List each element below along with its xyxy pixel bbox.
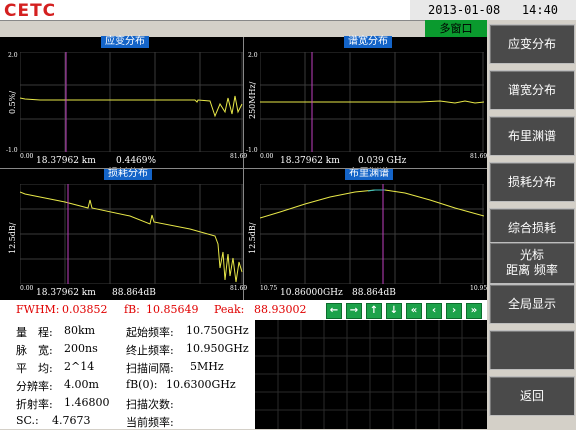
panel-title-spectral: 谱宽分布 [344, 36, 392, 48]
brillouin-spectrum-button[interactable]: 布里渊谱 [489, 116, 575, 156]
spectral-width-button[interactable]: 谱宽分布 [489, 70, 575, 110]
fwhm-label: FWHM: [16, 303, 60, 316]
peak-label: Peak: [214, 303, 245, 316]
brillouin-xright: 10.95 [470, 285, 488, 292]
refractive-index-value: 1.46800 [64, 396, 110, 409]
fb0-value: 10.6300GHz [166, 378, 236, 391]
stop-freq-label: 终止频率: [126, 344, 174, 357]
parameter-panel: 量 程: 80km 脉 宽: 200ns 平 均: 2^14 分辨率: 4.00… [0, 320, 255, 429]
cetc-logo: CETC [4, 1, 57, 21]
fb-label: fB: [124, 303, 140, 316]
strain-distribution-button[interactable]: 应变分布 [489, 24, 575, 64]
arrow-up-button[interactable]: ↑ [366, 303, 382, 319]
spectral-ytop: 2.0 [248, 52, 258, 59]
strain-ylabel: 0.5%/ [8, 90, 17, 114]
aux-plot-area [255, 320, 487, 429]
loss-distribution-button[interactable]: 损耗分布 [489, 162, 575, 202]
range-label: 量 程: [16, 326, 53, 339]
strain-panel[interactable]: 应变分布 0.5%/ 2.0 -1.0 0.00 81.69 18.37962 … [0, 36, 247, 168]
panel-title-brillouin: 布里渊谱 [345, 168, 393, 180]
multi-window-display: 应变分布 0.5%/ 2.0 -1.0 0.00 81.69 18.37962 … [0, 36, 488, 300]
resolution-value: 4.00m [64, 378, 99, 391]
panel-title-strain: 应变分布 [101, 36, 149, 48]
fb-value: 10.85649 [146, 303, 199, 316]
strain-ytop: 2.0 [8, 52, 18, 59]
loss-panel[interactable]: 损耗分布 12.5dB/ 0.00 81.69 18.37962 km 88.8… [0, 168, 247, 300]
arrow-down-button[interactable]: ↓ [386, 303, 402, 319]
arrow-left-button[interactable]: ← [326, 303, 342, 319]
scan-step-value: 5MHz [190, 360, 224, 373]
datetime-display: 2013-01-08 14:40 [410, 0, 576, 20]
range-value: 80km [64, 324, 96, 337]
brillouin-readout-pos: 10.86000GHz [280, 288, 343, 298]
multi-window-badge: 多窗口 [425, 20, 487, 37]
sc-label: SC.: [16, 414, 39, 427]
start-freq-value: 10.750GHz [186, 324, 249, 337]
strain-plot [20, 52, 243, 152]
date-text: 2013-01-08 [427, 3, 501, 17]
panel-title-loss: 损耗分布 [104, 168, 152, 180]
fwhm-value: 0.03852 [62, 303, 108, 316]
scan-count-label: 扫描次数: [126, 398, 174, 411]
loss-plot [20, 184, 243, 284]
spectral-readout-val: 0.039 GHz [358, 156, 407, 166]
loss-xleft: 0.00 [20, 285, 34, 292]
panel-divider-v [243, 37, 244, 300]
loss-readout-pos: 18.37962 km [36, 288, 96, 298]
fb0-label: fB(0): [126, 378, 158, 391]
strain-xleft: 0.00 [20, 153, 34, 160]
sc-value: 4.7673 [52, 414, 91, 427]
brillouin-xleft: 10.75 [260, 285, 278, 292]
current-freq-label: 当前频率: [126, 416, 174, 429]
cursor-distance-frequency-button[interactable]: 光标 距离 频率 [489, 242, 575, 284]
scan-step-label: 扫描间隔: [126, 362, 174, 375]
peak-value: 88.93002 [254, 303, 307, 316]
start-freq-label: 起始频率: [126, 326, 174, 339]
brillouin-plot [260, 184, 484, 284]
average-label: 平 均: [16, 362, 53, 375]
arrow-right-button[interactable]: → [346, 303, 362, 319]
spectral-xleft: 0.00 [260, 153, 274, 160]
strain-ybottom: -1.0 [6, 147, 18, 154]
pulse-width-label: 脉 宽: [16, 344, 53, 357]
aux-grid [255, 320, 487, 429]
spectral-width-panel[interactable]: 谱宽分布 250MHz/ 2.0 -1.0 0.00 81.69 18.3796… [244, 36, 488, 168]
pulse-width-value: 200ns [64, 342, 98, 355]
strain-readout-pos: 18.37962 km [36, 156, 96, 166]
spectral-plot [260, 52, 484, 152]
function-sidebar: 应变分布 谱宽分布 布里渊谱 损耗分布 综合损耗 光标 距离 频率 全局显示 返… [487, 20, 576, 429]
spectral-xright: 81.69 [470, 153, 488, 160]
brillouin-readout-val: 88.864dB [352, 288, 396, 298]
step-right-button[interactable]: › [446, 303, 462, 319]
spectral-ylabel: 250MHz/ [248, 81, 257, 119]
brillouin-panel[interactable]: 布里渊谱 12.5dB/ 10.75 10.95 10.86000GHz 88.… [244, 168, 488, 300]
time-text: 14:40 [521, 3, 559, 17]
brillouin-ylabel: 12.5dB/ [248, 222, 257, 254]
spectral-ybottom: -1.0 [246, 147, 258, 154]
global-display-button[interactable]: 全局显示 [489, 284, 575, 324]
loss-ylabel: 12.5dB/ [8, 222, 17, 254]
empty-softkey-button[interactable] [489, 330, 575, 370]
stop-freq-value: 10.950GHz [186, 342, 249, 355]
strain-readout-val: 0.4469% [116, 156, 157, 166]
measurement-status-bar: FWHM: 0.03852 fB: 10.85649 Peak: 88.9300… [0, 300, 487, 320]
refractive-index-label: 折射率: [16, 398, 53, 411]
back-button[interactable]: 返回 [489, 376, 575, 416]
loss-readout-val: 88.864dB [112, 288, 156, 298]
spectral-readout-pos: 18.37962 km [280, 156, 340, 166]
average-value: 2^14 [64, 360, 95, 373]
resolution-label: 分辨率: [16, 380, 53, 393]
fast-right-button[interactable]: » [466, 303, 482, 319]
step-left-button[interactable]: ‹ [426, 303, 442, 319]
fast-left-button[interactable]: « [406, 303, 422, 319]
